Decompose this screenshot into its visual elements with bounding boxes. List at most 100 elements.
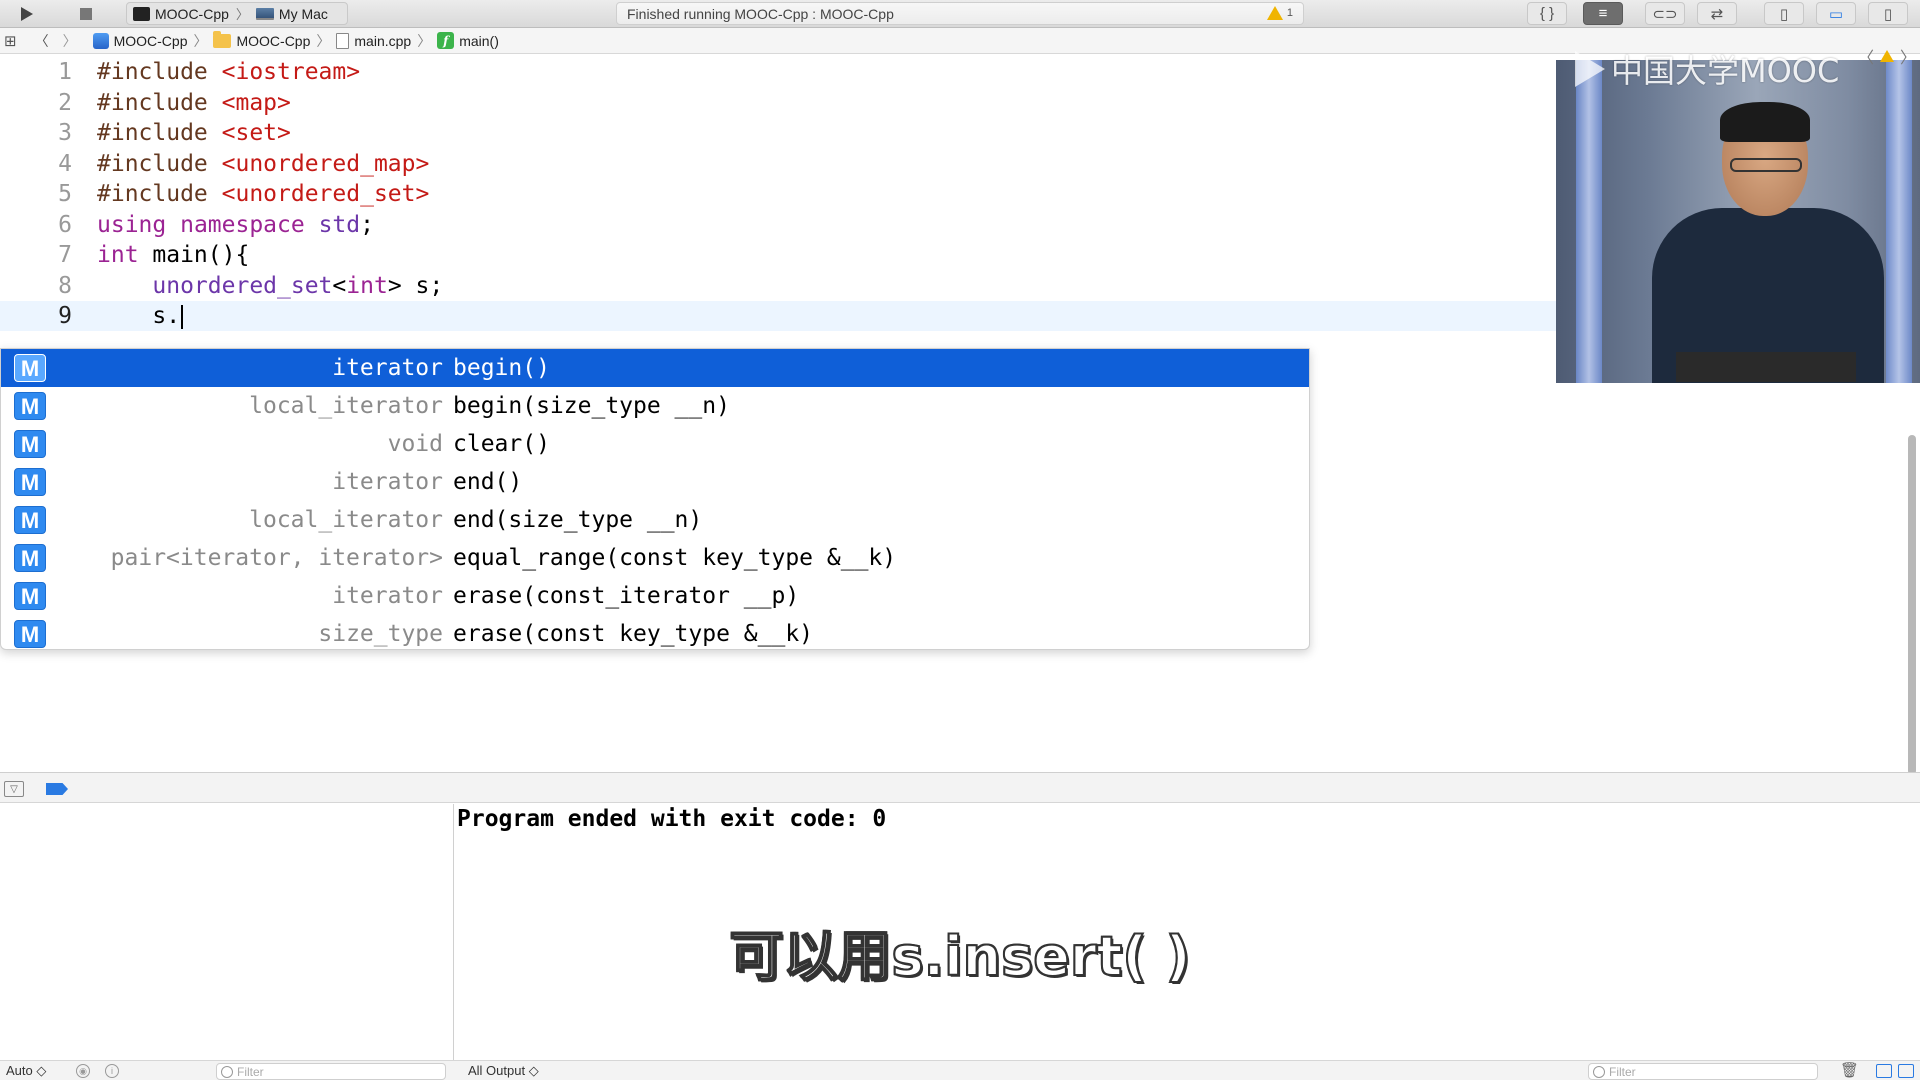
completion-return-type: local_iterator: [249, 507, 443, 533]
breadcrumb-project[interactable]: MOOC-Cpp: [92, 32, 188, 49]
completion-signature: end(size_type __n): [453, 507, 703, 533]
editor-scrollbar[interactable]: [1908, 435, 1916, 775]
breadcrumb-folder[interactable]: MOOC-Cpp: [213, 30, 311, 49]
stop-button[interactable]: [66, 2, 106, 25]
run-button[interactable]: [6, 2, 46, 25]
scheme-selector[interactable]: MOOC-Cpp 〉 My Mac: [126, 2, 348, 25]
completion-item[interactable]: Mpair<iterator, iterator> equal_range(con…: [1, 539, 1309, 577]
line-code: unordered_set<int> s;: [97, 271, 443, 301]
line-number: 2: [58, 89, 72, 116]
laptop: [1676, 352, 1856, 382]
line-number: 9: [58, 303, 72, 329]
code-token: <set>: [221, 120, 291, 146]
mac-icon: [255, 7, 274, 20]
completion-signature: erase(const_iterator __p): [453, 583, 800, 609]
line-code: int main(){: [97, 240, 249, 270]
destination-label: My Mac: [278, 5, 328, 22]
library-button[interactable]: { }: [1527, 2, 1567, 25]
inspector-toggle[interactable]: ▯: [1868, 2, 1908, 25]
navigator-toggle[interactable]: ▯: [1764, 2, 1804, 25]
next-issue-icon[interactable]: 〉: [1900, 44, 1916, 68]
logo-play-icon: [1575, 51, 1605, 87]
code-token: #include: [97, 120, 222, 146]
assistant-editor-button[interactable]: ⊂⊃: [1645, 2, 1685, 25]
breadcrumb-project-label: MOOC-Cpp: [113, 32, 188, 49]
completion-item[interactable]: Mlocal_iterator begin(size_type __n): [1, 387, 1309, 425]
code-token: #include: [97, 150, 222, 177]
line-number: 5: [58, 181, 72, 207]
scheme-icon: [133, 6, 150, 21]
grid-icon[interactable]: ⊞: [4, 32, 17, 50]
code-token: <: [332, 272, 347, 299]
code-completion-popup[interactable]: Miterator begin() Mlocal_iterator begin(siz…: [0, 348, 1310, 650]
chevron-right-icon: 〉: [235, 7, 249, 22]
split-right-icon[interactable]: [1898, 1064, 1914, 1078]
debug-area-toggle[interactable]: ▭: [1816, 2, 1856, 25]
previous-issue-icon[interactable]: 〈: [1858, 44, 1874, 68]
light-strip: [1886, 60, 1912, 383]
chevron-right-icon: 〉: [193, 32, 208, 49]
console-filter-field[interactable]: Filter: [1588, 1063, 1818, 1080]
back-icon[interactable]: 〈: [35, 31, 49, 51]
line-number: 3: [58, 120, 72, 146]
method-badge-icon: M: [14, 354, 46, 382]
lines-icon: ≡: [1598, 5, 1608, 22]
console-output: Program ended with exit code: 0: [457, 806, 887, 832]
forward-icon[interactable]: 〉: [63, 31, 77, 51]
completion-return-type: void: [387, 431, 443, 457]
completion-signature: begin(size_type __n): [453, 393, 730, 419]
eye-icon[interactable]: ◉: [76, 1064, 90, 1078]
completion-return-type: iterator: [332, 469, 443, 495]
right-panel-icon: ▯: [1883, 5, 1893, 23]
instructor-video: [1556, 60, 1920, 383]
completion-item[interactable]: Mlocal_iterator end(size_type __n): [1, 501, 1309, 539]
breakpoints-toggle-icon[interactable]: [46, 783, 68, 795]
mooc-logo: 中国大学MOOC: [1575, 46, 1839, 92]
auto-variables-select[interactable]: Auto ◇: [6, 1063, 46, 1079]
breadcrumb-folder-label: MOOC-Cpp: [236, 32, 311, 49]
breadcrumb-file-label: main.cpp: [354, 32, 412, 49]
warning-icon[interactable]: [1880, 50, 1895, 62]
filter-icon: [221, 1065, 233, 1078]
completion-return-type: size_type: [318, 621, 443, 647]
completion-item[interactable]: Msize_type erase(const key_type &__k): [1, 615, 1309, 649]
hide-debug-area-button[interactable]: ▽: [4, 781, 24, 797]
standard-editor-button[interactable]: ≡: [1583, 2, 1623, 25]
variables-filter-field[interactable]: Filter: [216, 1063, 446, 1080]
bottom-panel-icon: ▭: [1828, 5, 1844, 23]
info-icon[interactable]: i: [105, 1064, 119, 1078]
debug-bar: ▽: [0, 772, 1920, 803]
code-token: int: [97, 242, 153, 268]
completion-item[interactable]: Miterator end(): [1, 463, 1309, 501]
line-code: s.: [97, 301, 184, 331]
line-code: #include <map>: [97, 88, 291, 118]
code-token: #include: [97, 181, 222, 207]
trash-icon[interactable]: 🗑: [1840, 1061, 1859, 1079]
variables-view[interactable]: [0, 804, 454, 1066]
split-left-icon[interactable]: [1876, 1064, 1892, 1078]
completion-return-type: local_iterator: [249, 393, 443, 419]
completion-signature: equal_range(const key_type &__k): [453, 545, 897, 571]
warning-indicator[interactable]: 1: [1266, 6, 1293, 20]
play-icon: [21, 6, 33, 21]
breadcrumb-symbol[interactable]: f main(): [437, 32, 499, 49]
code-token: int: [346, 272, 388, 299]
code-token: > s;: [387, 272, 444, 299]
completion-item[interactable]: Miterator begin(): [1, 349, 1309, 387]
completion-return-type: iterator: [332, 355, 443, 381]
completion-item[interactable]: Mvoid clear(): [1, 425, 1309, 463]
line-number: 8: [58, 272, 72, 299]
instructor-hair: [1720, 102, 1810, 142]
completion-return-type: pair<iterator, iterator>: [110, 545, 443, 571]
method-badge-icon: M: [14, 620, 46, 648]
output-select[interactable]: All Output ◇: [468, 1063, 539, 1079]
code-token: ;: [360, 211, 374, 238]
cpp-file-icon: [336, 32, 350, 49]
completion-item[interactable]: Miterator erase(const_iterator __p): [1, 577, 1309, 615]
filter-icon: [1593, 1065, 1605, 1078]
line-code: using namespace std;: [97, 210, 374, 240]
version-editor-button[interactable]: ⇄: [1697, 2, 1737, 25]
debug-footer: Auto ◇ ◉ i Filter All Output ◇ Filter 🗑: [0, 1060, 1920, 1080]
breadcrumb-file[interactable]: main.cpp: [336, 32, 412, 49]
line-code: #include <unordered_set>: [97, 179, 429, 209]
